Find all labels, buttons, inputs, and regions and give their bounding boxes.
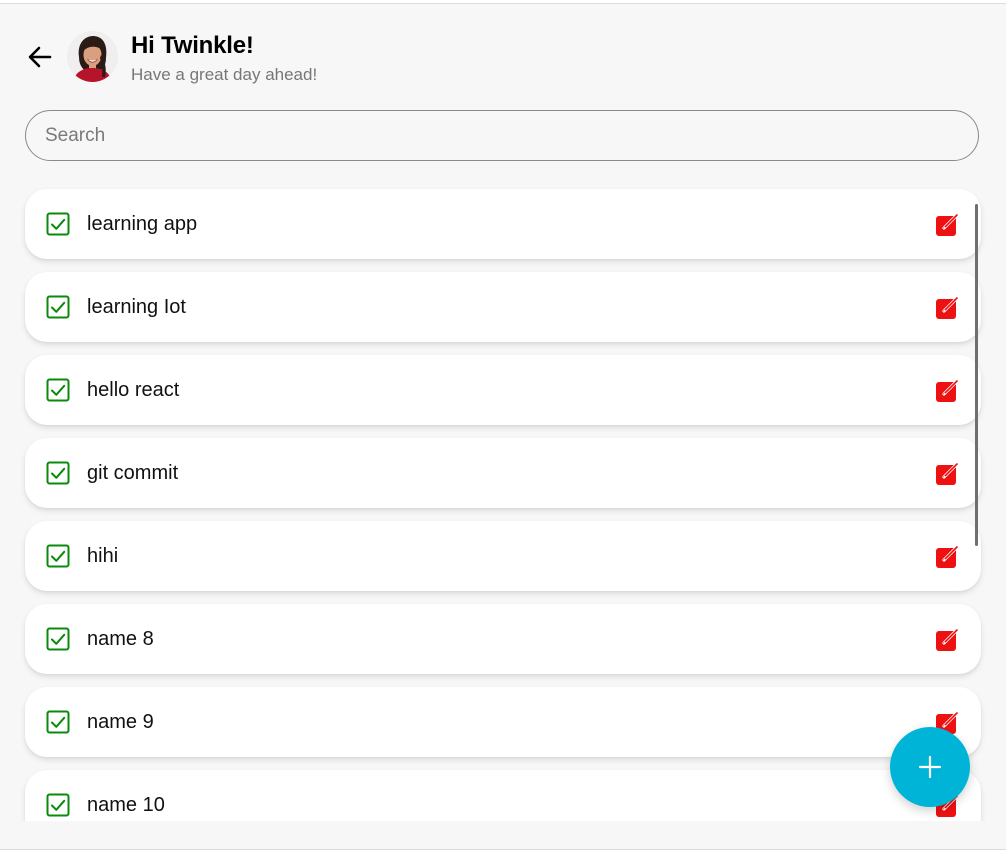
edit-icon[interactable]: [935, 543, 961, 569]
scrollbar[interactable]: [975, 204, 978, 546]
checkbox-checked-icon[interactable]: [46, 627, 70, 651]
item-label: hello react: [87, 379, 180, 401]
todo-list: learning app learning Iot hello react gi…: [0, 187, 1006, 821]
checkbox-checked-icon[interactable]: [46, 710, 70, 734]
checkbox-checked-icon[interactable]: [46, 378, 70, 402]
add-todo-button[interactable]: [890, 727, 970, 807]
header: Hi Twinkle! Have a great day ahead!: [0, 4, 1006, 104]
item-label: name 10: [87, 794, 165, 816]
edit-icon[interactable]: [935, 211, 961, 237]
avatar: [67, 31, 118, 82]
item-label: learning app: [87, 213, 198, 235]
plus-icon: [918, 755, 942, 779]
greeting-subtitle: Have a great day ahead!: [131, 65, 318, 84]
list-item: name 10: [25, 770, 981, 821]
list-item: name 9: [25, 687, 981, 757]
item-label: hihi: [87, 545, 119, 567]
checkbox-checked-icon[interactable]: [46, 793, 70, 817]
list-item: learning app: [25, 189, 981, 259]
item-label: git commit: [87, 462, 179, 484]
item-label: name 8: [87, 628, 154, 650]
checkbox-checked-icon[interactable]: [46, 295, 70, 319]
arrow-left-icon: [28, 46, 52, 68]
edit-icon[interactable]: [935, 294, 961, 320]
list-item: name 8: [25, 604, 981, 674]
edit-icon[interactable]: [935, 460, 961, 486]
list-item: git commit: [25, 438, 981, 508]
checkbox-checked-icon[interactable]: [46, 212, 70, 236]
list-item: learning Iot: [25, 272, 981, 342]
back-button[interactable]: [25, 42, 55, 72]
list-item: hello react: [25, 355, 981, 425]
avatar-image: [67, 31, 118, 82]
edit-icon[interactable]: [935, 377, 961, 403]
item-label: name 9: [87, 711, 154, 733]
search-input[interactable]: [25, 110, 979, 161]
todo-app: Hi Twinkle! Have a great day ahead! lear…: [0, 3, 1006, 850]
item-label: learning Iot: [87, 296, 186, 318]
edit-icon[interactable]: [935, 626, 961, 652]
greeting-title: Hi Twinkle!: [131, 32, 254, 59]
checkbox-checked-icon[interactable]: [46, 544, 70, 568]
checkbox-checked-icon[interactable]: [46, 461, 70, 485]
list-item: hihi: [25, 521, 981, 591]
